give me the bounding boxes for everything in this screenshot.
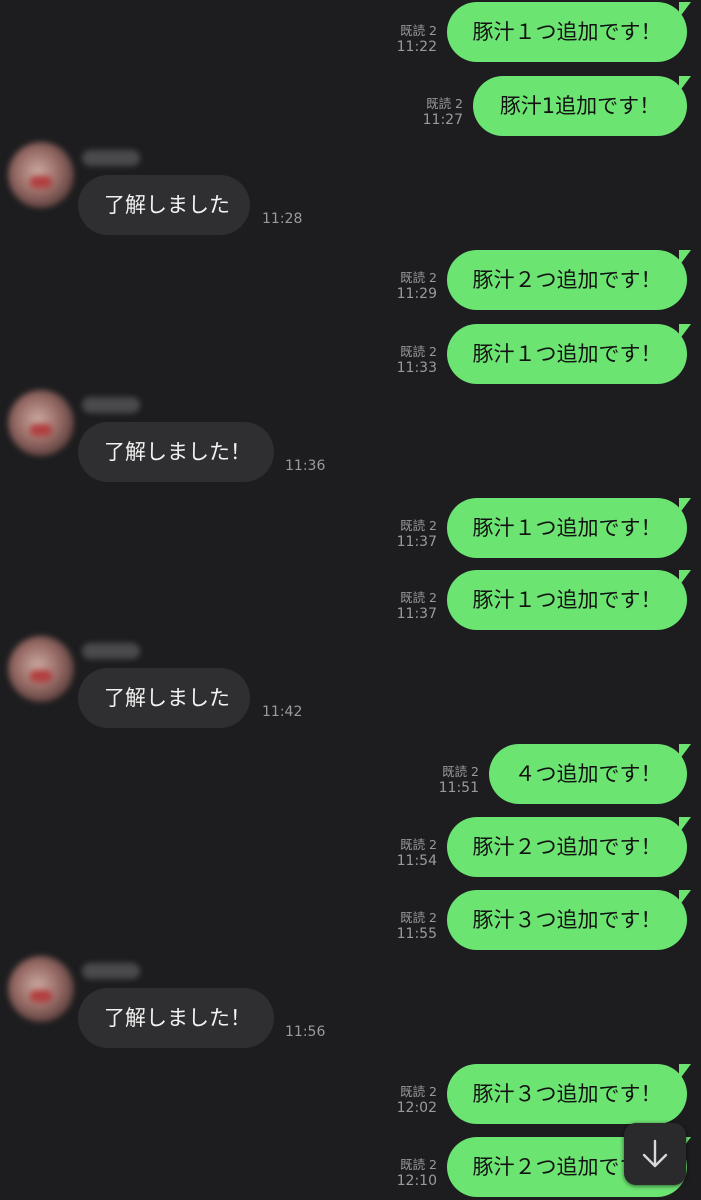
message-meta: 既読 2 11:37 [397, 589, 437, 623]
contact-avatar[interactable] [8, 636, 74, 702]
message-time: 11:54 [396, 853, 437, 869]
read-receipt: 既読 2 [442, 764, 479, 779]
sent-message-bubble[interactable]: 豚汁３つ追加です！ [447, 890, 691, 950]
message-time: 12:02 [396, 1100, 437, 1116]
sent-message-bubble[interactable]: 豚汁１つ追加です！ [447, 2, 691, 62]
message-time: 11:37 [396, 534, 437, 550]
message-meta: 既読 2 11:54 [397, 836, 437, 870]
message-time: 11:51 [438, 780, 479, 796]
read-receipt: 既読 2 [400, 837, 437, 852]
message-time: 11:22 [396, 39, 437, 55]
read-receipt: 既読 2 [400, 270, 437, 285]
sent-message-bubble[interactable]: 豚汁１つ追加です！ [447, 570, 691, 630]
received-message-bubble[interactable]: 了解しました [78, 175, 250, 235]
sent-message-bubble[interactable]: 豚汁１つ追加です！ [447, 498, 691, 558]
message-meta: 既読 2 12:02 [397, 1083, 437, 1117]
sent-message-bubble[interactable]: 豚汁３つ追加です！ [447, 1064, 691, 1124]
sender-name [82, 150, 140, 166]
contact-avatar[interactable] [8, 956, 74, 1022]
message-time: 11:28 [262, 211, 303, 227]
received-message-bubble[interactable]: 了解しました [78, 668, 250, 728]
sent-message-bubble[interactable]: 豚汁２つ追加です！ [447, 250, 691, 310]
sent-message-bubble[interactable]: 豚汁1追加です！ [473, 76, 691, 136]
scroll-to-bottom-button[interactable] [624, 1123, 686, 1185]
message-meta: 既読 2 11:37 [397, 517, 437, 551]
sender-name [82, 643, 140, 659]
read-receipt: 既読 2 [400, 23, 437, 38]
read-receipt: 既読 2 [400, 910, 437, 925]
message-meta: 既読 2 11:51 [439, 763, 479, 797]
contact-avatar[interactable] [8, 390, 74, 456]
message-time: 11:36 [285, 458, 326, 474]
message-time: 11:29 [396, 286, 437, 302]
sent-message-bubble[interactable]: 豚汁１つ追加です！ [447, 324, 691, 384]
message-time: 11:55 [396, 926, 437, 942]
sent-message-bubble[interactable]: 豚汁２つ追加です！ [447, 817, 691, 877]
message-time: 11:27 [422, 112, 463, 128]
message-meta: 既読 2 11:22 [397, 22, 437, 56]
read-receipt: 既読 2 [400, 1084, 437, 1099]
sender-name [82, 397, 140, 413]
read-receipt: 既読 2 [400, 590, 437, 605]
message-meta: 既読 2 11:27 [423, 95, 463, 129]
message-meta: 既読 2 11:33 [397, 343, 437, 377]
read-receipt: 既読 2 [400, 344, 437, 359]
received-message-bubble[interactable]: 了解しました！ [78, 988, 274, 1048]
read-receipt: 既読 2 [400, 1157, 437, 1172]
arrow-down-icon [642, 1139, 668, 1168]
read-receipt: 既読 2 [400, 518, 437, 533]
message-time: 11:33 [396, 360, 437, 376]
message-time: 11:56 [285, 1024, 326, 1040]
received-message-bubble[interactable]: 了解しました！ [78, 422, 274, 482]
message-meta: 既読 2 11:55 [397, 909, 437, 943]
message-meta: 既読 2 12:10 [397, 1156, 437, 1190]
sent-message-bubble[interactable]: ４つ追加です！ [489, 744, 691, 804]
chat-screen[interactable]: 既読 2 11:22 豚汁１つ追加です！ 既読 2 11:27 豚汁1追加です！… [0, 0, 701, 1200]
message-meta: 既読 2 11:29 [397, 269, 437, 303]
message-time: 12:10 [396, 1173, 437, 1189]
read-receipt: 既読 2 [426, 96, 463, 111]
sender-name [82, 963, 140, 979]
contact-avatar[interactable] [8, 142, 74, 208]
message-time: 11:42 [262, 704, 303, 720]
message-time: 11:37 [396, 606, 437, 622]
